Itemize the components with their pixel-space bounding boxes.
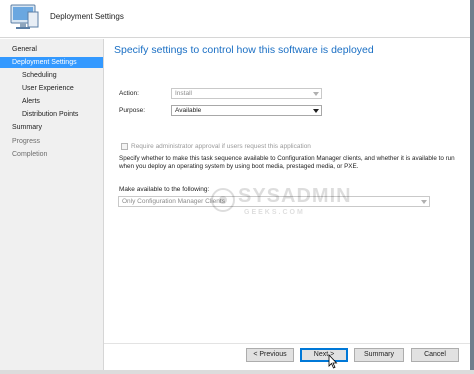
make-available-label: Make available to the following: [119, 186, 210, 193]
chevron-down-icon [313, 109, 319, 113]
watermark-logo-icon [211, 188, 235, 212]
mouse-cursor-icon [328, 354, 338, 369]
window-header: Deployment Settings [0, 0, 474, 38]
purpose-label: Purpose: [119, 107, 146, 114]
previous-button[interactable]: < Previous [246, 348, 294, 362]
action-label: Action: [119, 90, 139, 97]
sidebar-item-summary[interactable]: Summary [0, 122, 42, 133]
next-button[interactable]: Next > [300, 348, 348, 362]
sidebar-item-general[interactable]: General [0, 44, 37, 55]
action-select-value: Install [175, 90, 192, 97]
footer-divider [104, 343, 474, 344]
require-approval-checkbox[interactable] [121, 143, 128, 150]
require-approval-label: Require administrator approval if users … [131, 143, 311, 150]
computer-icon [10, 4, 39, 29]
watermark: SYSADMIN GEEKS.COM [210, 185, 360, 235]
sidebar-item-user-experience[interactable]: User Experience [0, 83, 74, 94]
window-edge [470, 0, 474, 374]
chevron-down-icon [421, 200, 427, 204]
sidebar-item-alerts[interactable]: Alerts [0, 96, 40, 107]
page-title: Specify settings to control how this sof… [114, 44, 374, 56]
task-sequence-description: Specify whether to make this task sequen… [119, 155, 455, 170]
sidebar-item-completion: Completion [12, 151, 48, 158]
summary-button[interactable]: Summary [354, 348, 404, 362]
window-title: Deployment Settings [50, 12, 124, 21]
action-select[interactable]: Install [171, 88, 322, 99]
chevron-down-icon [313, 92, 319, 96]
sidebar-item-distribution-points[interactable]: Distribution Points [0, 109, 78, 120]
watermark-title: SYSADMIN [238, 185, 352, 207]
cancel-button[interactable]: Cancel [411, 348, 459, 362]
sidebar-item-scheduling[interactable]: Scheduling [0, 70, 57, 81]
watermark-subtitle: GEEKS.COM [244, 209, 305, 216]
purpose-select[interactable]: Available [171, 105, 322, 116]
window-bottom-edge [0, 370, 474, 374]
sidebar-item-deployment-settings[interactable]: Deployment Settings [0, 57, 103, 68]
sidebar-item-progress: Progress [12, 138, 41, 145]
wizard-sidebar: General Deployment Settings Scheduling U… [0, 39, 104, 374]
purpose-select-value: Available [175, 107, 202, 114]
